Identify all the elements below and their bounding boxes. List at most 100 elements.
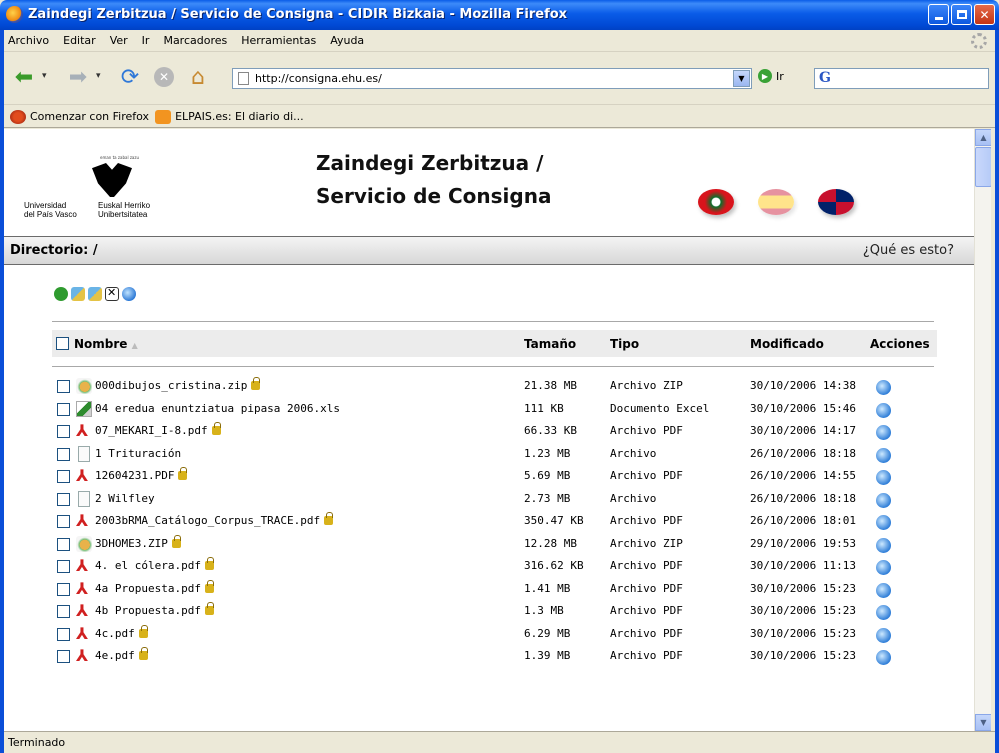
forward-button[interactable]: ➡	[64, 63, 92, 91]
share-action-icon[interactable]	[876, 582, 891, 598]
share-action-icon[interactable]	[876, 380, 891, 395]
column-header-modified[interactable]: Modificado	[750, 337, 824, 351]
google-search-icon[interactable]: G	[819, 70, 831, 86]
file-type: Archivo ZIP	[610, 536, 683, 550]
delete-icon[interactable]	[105, 286, 119, 301]
university-emblem-icon	[92, 163, 132, 197]
maximize-button[interactable]	[951, 4, 972, 25]
share-action-icon[interactable]	[876, 605, 891, 620]
table-row[interactable]: 04 eredua enuntziatua pipasa 2006.xls 111…	[52, 398, 937, 420]
back-history-dropdown[interactable]: ▾	[42, 71, 47, 81]
bookmark-comenzar[interactable]: Comenzar con Firefox	[10, 109, 149, 124]
address-dropdown-button[interactable]: ▼	[733, 70, 750, 87]
vertical-scrollbar[interactable]: ▲ ▼	[974, 129, 992, 731]
table-row[interactable]: 2 Wilfley 2.73 MB Archivo 26/10/2006 18:18	[52, 488, 937, 510]
scroll-down-icon[interactable]: ▼	[975, 714, 992, 731]
share-action-icon[interactable]	[876, 627, 891, 643]
table-row[interactable]: 4. el cólera.pdf 316.62 KB Archivo PDF 30/1…	[52, 555, 937, 577]
file-name-link[interactable]: 2003bRMA_Catálogo_Corpus_TRACE.pdf	[95, 512, 334, 527]
share-action-icon[interactable]	[876, 425, 891, 440]
file-name-link[interactable]: 2 Wilfley	[95, 492, 155, 505]
table-row[interactable]: 4b Propuesta.pdf 1.3 MB Archivo PDF 30/10/2…	[52, 600, 937, 622]
table-row[interactable]: 1 Trituración 1.23 MB Archivo 26/10/2006 18…	[52, 443, 937, 465]
file-name-link[interactable]: 4c.pdf	[95, 624, 148, 640]
home-button[interactable]: ⌂	[184, 63, 212, 91]
minimize-button[interactable]	[928, 4, 949, 25]
share-action-icon[interactable]	[876, 515, 891, 530]
table-row[interactable]: 3DHOME3.ZIP 12.28 MB Archivo ZIP 29/10/2006…	[52, 533, 937, 555]
menu-ver[interactable]: Ver	[110, 34, 128, 47]
file-name-link[interactable]: 1 Trituración	[95, 447, 181, 460]
file-name-link[interactable]: 4b Propuesta.pdf	[95, 602, 214, 617]
university-logo[interactable]: eman ta zabal zazu Universidad del País …	[24, 151, 204, 231]
share-icon[interactable]	[122, 287, 136, 301]
search-input[interactable]: G	[814, 68, 989, 89]
share-action-icon[interactable]	[876, 447, 891, 463]
help-link[interactable]: ¿Qué es esto?	[863, 243, 954, 258]
share-action-icon[interactable]	[876, 560, 891, 575]
upload-file-icon[interactable]	[71, 287, 85, 301]
row-checkbox[interactable]	[57, 515, 70, 528]
select-all-checkbox[interactable]	[56, 337, 69, 350]
stop-button[interactable]: ✕	[150, 63, 178, 91]
go-button[interactable]: ▶ Ir	[758, 69, 784, 83]
bookmark-elpais[interactable]: ELPAIS.es: El diario di...	[155, 109, 304, 124]
scroll-up-icon[interactable]: ▲	[975, 129, 992, 146]
menu-ayuda[interactable]: Ayuda	[330, 34, 364, 47]
row-checkbox[interactable]	[57, 627, 70, 641]
share-action-icon[interactable]	[876, 537, 891, 553]
row-checkbox[interactable]	[57, 447, 70, 461]
spanish-flag-icon[interactable]	[758, 189, 794, 215]
title-bar[interactable]: Zaindegi Zerbitzua / Servicio de Consign…	[0, 0, 999, 30]
reload-button[interactable]: ⟳	[116, 63, 144, 91]
share-action-icon[interactable]	[876, 470, 891, 485]
share-action-icon[interactable]	[876, 402, 891, 418]
row-checkbox[interactable]	[57, 470, 70, 483]
column-header-name[interactable]: Nombre ▲	[74, 337, 138, 351]
share-action-icon[interactable]	[876, 650, 891, 665]
back-button[interactable]: ⬅	[10, 63, 38, 91]
table-row[interactable]: 4c.pdf 6.29 MB Archivo PDF 30/10/2006 15:23	[52, 623, 937, 645]
basque-flag-icon[interactable]	[698, 189, 734, 215]
menu-editar[interactable]: Editar	[63, 34, 96, 47]
forward-history-dropdown[interactable]: ▾	[96, 71, 101, 81]
row-checkbox[interactable]	[57, 492, 70, 506]
menu-archivo[interactable]: Archivo	[8, 34, 49, 47]
english-flag-icon[interactable]	[818, 189, 854, 215]
table-row[interactable]: 4e.pdf 1.39 MB Archivo PDF 30/10/2006 15:23	[52, 645, 937, 667]
file-name-link[interactable]: 4a Propuesta.pdf	[95, 579, 214, 595]
refresh-icon[interactable]	[54, 287, 68, 301]
table-row[interactable]: 4a Propuesta.pdf 1.41 MB Archivo PDF 30/10/…	[52, 578, 937, 600]
file-name-link[interactable]: 12604231.PDF	[95, 467, 188, 482]
address-bar[interactable]: http://consigna.ehu.es/ ▼	[232, 68, 752, 89]
file-name-link[interactable]: 4. el cólera.pdf	[95, 557, 214, 572]
row-checkbox[interactable]	[57, 380, 70, 393]
file-name-link[interactable]: 04 eredua enuntziatua pipasa 2006.xls	[95, 402, 340, 415]
row-checkbox[interactable]	[57, 650, 70, 663]
file-name-link[interactable]: 07_MEKARI_I-8.pdf	[95, 422, 221, 437]
menu-marcadores[interactable]: Marcadores	[163, 34, 227, 47]
new-folder-icon[interactable]	[88, 287, 102, 301]
close-button[interactable]: ✕	[974, 4, 995, 25]
row-checkbox[interactable]	[57, 560, 70, 573]
file-name-link[interactable]: 4e.pdf	[95, 647, 148, 662]
row-checkbox[interactable]	[57, 605, 70, 618]
menu-ir[interactable]: Ir	[142, 34, 150, 47]
table-row[interactable]: 07_MEKARI_I-8.pdf 66.33 KB Archivo PDF 30/1…	[52, 420, 937, 442]
file-modified: 30/10/2006 15:23	[750, 626, 856, 640]
file-name-link[interactable]: 3DHOME3.ZIP	[95, 534, 181, 550]
menu-herramientas[interactable]: Herramientas	[241, 34, 316, 47]
table-row[interactable]: 12604231.PDF 5.69 MB Archivo PDF 26/10/2006…	[52, 465, 937, 487]
column-header-type[interactable]: Tipo	[610, 337, 639, 351]
table-row[interactable]: 000dibujos_cristina.zip 21.38 MB Archivo Z…	[52, 375, 937, 397]
share-action-icon[interactable]	[876, 492, 891, 508]
row-checkbox[interactable]	[57, 537, 70, 551]
row-checkbox[interactable]	[57, 582, 70, 596]
file-type: Documento Excel	[610, 401, 710, 415]
row-checkbox[interactable]	[57, 402, 70, 416]
table-row[interactable]: 2003bRMA_Catálogo_Corpus_TRACE.pdf 350.47…	[52, 510, 937, 532]
row-checkbox[interactable]	[57, 425, 70, 438]
column-header-size[interactable]: Tamaño	[524, 337, 576, 351]
file-name-link[interactable]: 000dibujos_cristina.zip	[95, 377, 261, 392]
scrollbar-thumb[interactable]	[975, 147, 992, 187]
